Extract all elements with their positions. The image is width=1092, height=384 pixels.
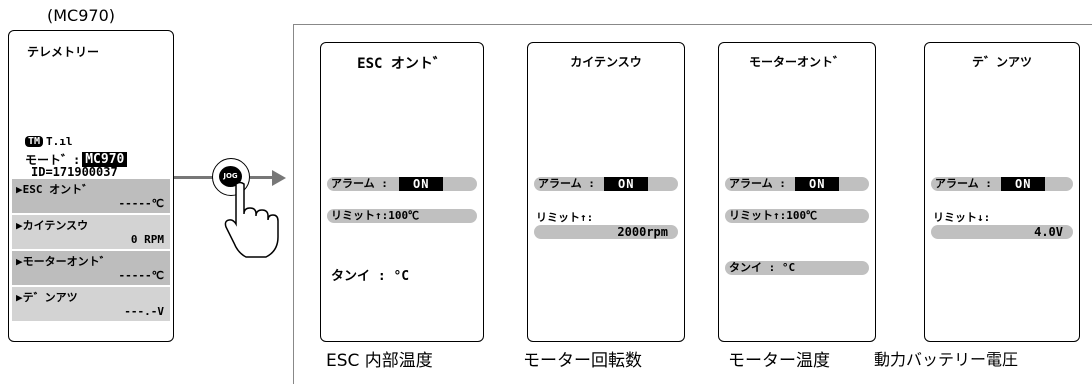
alarm-label: アラーム : <box>935 177 992 190</box>
caption-motor-temp: モーター温度 <box>728 351 830 371</box>
signal-icon: T.ıl <box>46 135 73 148</box>
alarm-label: アラーム : <box>331 177 388 190</box>
screen-title: モーターオント゛ <box>748 55 845 69</box>
alarm-value: ON <box>1001 177 1046 191</box>
screen-voltage: テ゛ンアツ アラーム : ON リミット↓: 4.0V <box>924 42 1080 342</box>
limit-value[interactable]: 4.0V <box>931 225 1073 239</box>
alarm-value: ON <box>795 177 840 191</box>
unit-text: タンイ : °C <box>331 269 410 284</box>
tm-badge-icon: TM <box>25 136 44 147</box>
telemetry-device-screen: テレメトリー TM T.ıl モート゛: MC970 ID=171900037 … <box>8 30 174 342</box>
caption-esc-temp: ESC 内部温度 <box>326 351 433 371</box>
status-icons: TM T.ıl <box>25 135 73 148</box>
menu-item-label: ▶カイテンスウ <box>16 219 89 232</box>
screen-title: テ゛ンアツ <box>971 55 1032 69</box>
limit-row[interactable]: リミット↑:100℃ <box>725 209 869 223</box>
alarm-label: アラーム : <box>538 177 595 190</box>
menu-item-value: 0 RPM <box>130 233 164 246</box>
menu-item-rpm[interactable]: ▶カイテンスウ 0 RPM <box>12 215 170 251</box>
menu-item-value: -----℃ <box>118 269 164 282</box>
alarm-value: ON <box>399 177 444 191</box>
screen-rpm: カイテンスウ アラーム : ON リミット↑: 2000rpm <box>527 42 685 342</box>
limit-label: リミット↑: <box>536 211 594 224</box>
menu-item-voltage[interactable]: ▶テ゛ンアツ ---.-V <box>12 287 170 323</box>
receiver-id: ID=171900037 <box>31 165 118 179</box>
caption-voltage: 動力バッテリー電圧 <box>874 350 1019 369</box>
alarm-row[interactable]: アラーム : ON <box>725 177 869 191</box>
limit-text: リミット↑:100℃ <box>331 209 420 222</box>
screen-title: ESC オント゛ <box>357 56 447 72</box>
screen-esc-temp: ESC オント゛ アラーム : ON リミット↑:100℃ タンイ : °C <box>320 42 484 342</box>
alarm-value: ON <box>604 177 649 191</box>
alarm-row[interactable]: アラーム : ON <box>931 177 1073 191</box>
screen-motor-temp: モーターオント゛ アラーム : ON リミット↑:100℃ タンイ : °C <box>718 42 876 342</box>
arrow-line <box>250 176 274 179</box>
limit-label: リミット↓: <box>933 211 991 224</box>
arrow-right-icon <box>272 170 286 186</box>
unit-row[interactable]: タンイ : °C <box>725 261 869 275</box>
device-title: テレメトリー <box>27 45 100 59</box>
alarm-row[interactable]: アラーム : ON <box>327 177 477 191</box>
menu-item-label: ▶ESC オント゛ <box>16 183 94 196</box>
menu-item-value: -----℃ <box>118 197 164 210</box>
menu-item-esc-temp[interactable]: ▶ESC オント゛ -----℃ <box>12 179 170 215</box>
alarm-row[interactable]: アラーム : ON <box>534 177 678 191</box>
pointing-hand-icon <box>224 181 279 258</box>
menu-item-value: ---.-V <box>124 305 164 318</box>
screen-title: カイテンスウ <box>570 55 642 69</box>
menu-item-motor-temp[interactable]: ▶モーターオント゛ -----℃ <box>12 251 170 287</box>
alarm-label: アラーム : <box>729 177 786 190</box>
model-caption: (MC970) <box>47 6 115 25</box>
limit-row[interactable]: リミット↑:100℃ <box>327 209 477 223</box>
connector-line <box>174 176 214 179</box>
menu-item-label: ▶テ゛ンアツ <box>16 291 78 304</box>
limit-value[interactable]: 2000rpm <box>534 225 678 239</box>
caption-rpm: モーター回転数 <box>523 351 642 371</box>
menu-item-label: ▶モーターオント゛ <box>16 255 111 268</box>
unit-text: タンイ : °C <box>729 261 796 274</box>
limit-text: リミット↑:100℃ <box>729 209 818 222</box>
